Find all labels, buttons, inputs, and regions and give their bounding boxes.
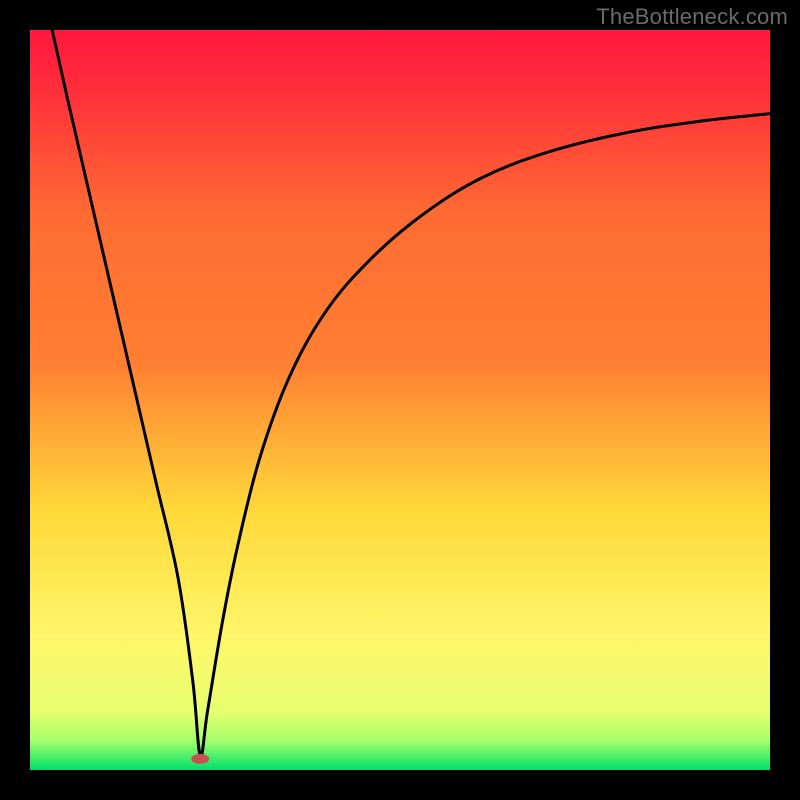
gradient-background (30, 30, 770, 770)
watermark-text: TheBottleneck.com (596, 4, 788, 30)
bottleneck-chart (30, 30, 770, 770)
plot-region (30, 30, 770, 770)
minimum-marker (191, 754, 209, 764)
chart-frame: TheBottleneck.com (0, 0, 800, 800)
